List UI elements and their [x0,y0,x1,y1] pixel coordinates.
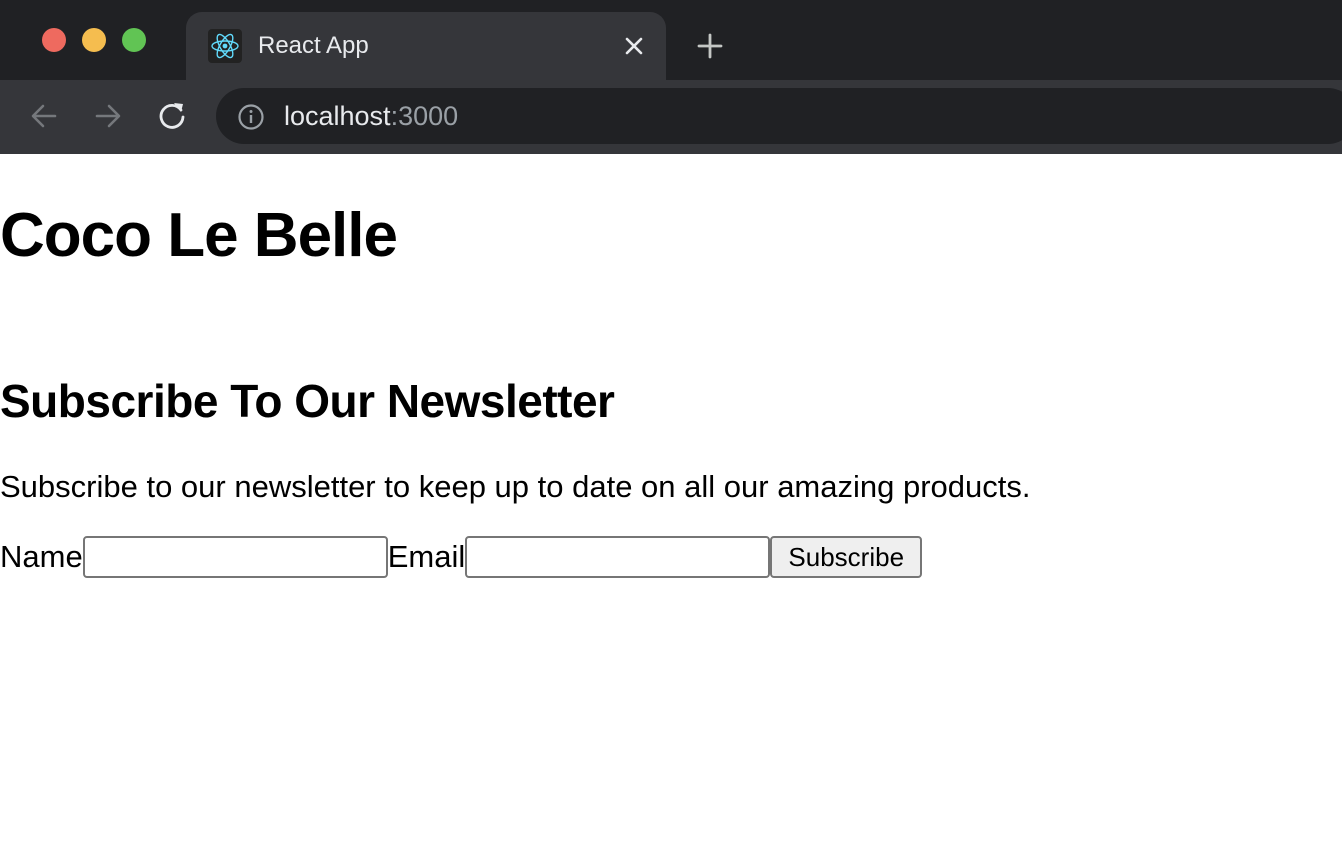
newsletter-heading: Subscribe To Our Newsletter [0,375,615,427]
email-field[interactable] [465,536,771,578]
newsletter-description: Subscribe to our newsletter to keep up t… [0,469,1031,504]
browser-chrome: React App localhost:3000 [0,0,1342,154]
arrow-left-icon[interactable] [24,96,64,136]
plus-icon[interactable] [690,26,730,66]
window-maximize-button[interactable] [122,28,146,52]
close-icon[interactable] [618,30,650,62]
reload-icon[interactable] [152,96,192,136]
url-text: localhost:3000 [284,100,458,132]
window-minimize-button[interactable] [82,28,106,52]
tab-strip: React App [0,0,1342,80]
name-label: Name [0,539,83,574]
newsletter-form: Name Email Subscribe [0,536,923,578]
page-title: Coco Le Belle [0,201,398,270]
arrow-right-icon[interactable] [88,96,128,136]
subscribe-button[interactable]: Subscribe [770,536,923,578]
name-field[interactable] [82,536,388,578]
window-close-button[interactable] [42,28,66,52]
email-label: Email [387,539,466,574]
browser-toolbar: localhost:3000 [0,80,1342,154]
tab-react-app[interactable]: React App [186,12,666,80]
address-bar[interactable]: localhost:3000 [216,88,1342,144]
info-icon[interactable] [236,102,266,132]
react-logo-icon [208,29,242,63]
page-content: Coco Le Belle Subscribe To Our Newslette… [0,154,1342,860]
tab-title: React App [258,32,369,59]
url-host: localhost [284,101,391,131]
url-port: :3000 [390,101,459,131]
